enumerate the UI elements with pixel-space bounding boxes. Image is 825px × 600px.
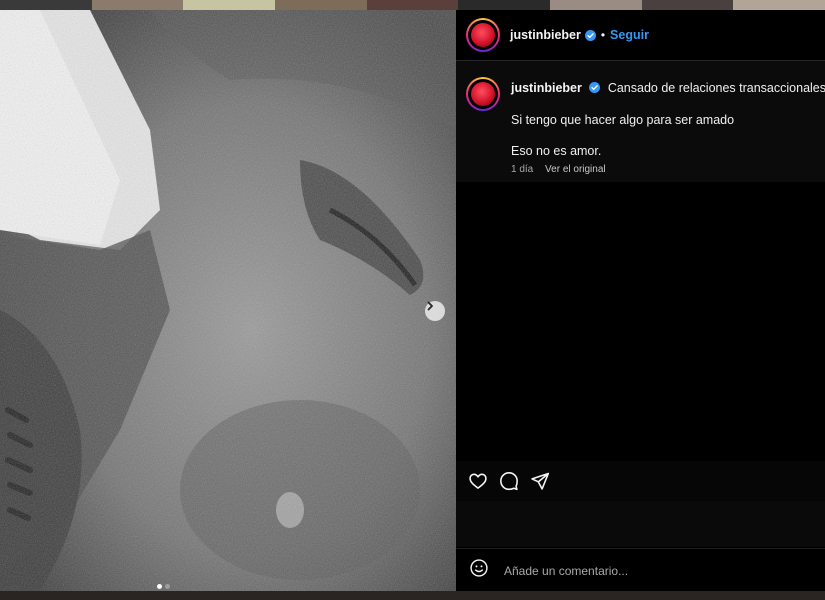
post-side-panel: justinbieber • Seguir justinbieber Cansa…	[456, 10, 825, 592]
see-original-link[interactable]: Ver el original	[545, 164, 606, 175]
caption-username[interactable]: justinbieber	[511, 81, 582, 95]
heart-icon[interactable]	[468, 471, 488, 491]
background-feed-strip-bottom	[0, 591, 825, 600]
follow-button[interactable]: Seguir	[610, 28, 649, 42]
smiley-icon[interactable]	[469, 558, 489, 583]
post-actions	[456, 461, 825, 501]
paper-plane-icon[interactable]	[530, 471, 550, 491]
post-caption: justinbieber Cansado de relaciones trans…	[456, 61, 825, 182]
background-feed-strip	[0, 0, 825, 10]
post-header: justinbieber • Seguir	[456, 10, 825, 61]
comment-bar: P	[456, 548, 825, 592]
post-time[interactable]: 1 día	[511, 164, 533, 175]
carousel-dot	[165, 584, 170, 589]
carousel-indicator	[157, 584, 170, 589]
caption-line-2: Si tengo que hacer algo para ser amado	[511, 113, 735, 127]
chevron-right-icon	[427, 301, 433, 311]
verified-badge-icon	[584, 29, 596, 41]
carousel-dot-active	[157, 584, 162, 589]
comment-input[interactable]	[502, 562, 806, 579]
caption-line-3: Eso no es amor.	[511, 144, 602, 158]
caption-first-line: justinbieber Cansado de relaciones trans…	[511, 81, 825, 95]
header-separator: •	[600, 28, 606, 42]
caption-meta: 1 día Ver el original	[511, 164, 606, 175]
caption-avatar[interactable]	[466, 77, 500, 111]
comment-bubble-icon[interactable]	[499, 471, 519, 491]
avatar[interactable]	[466, 18, 500, 52]
header-username[interactable]: justinbieber	[510, 28, 581, 42]
likes-section	[456, 501, 825, 547]
carousel-next-button[interactable]	[425, 301, 445, 321]
post-photo	[0, 10, 456, 591]
caption-title: Cansado de relaciones transaccionales	[607, 81, 825, 95]
verified-badge-icon	[589, 82, 601, 93]
